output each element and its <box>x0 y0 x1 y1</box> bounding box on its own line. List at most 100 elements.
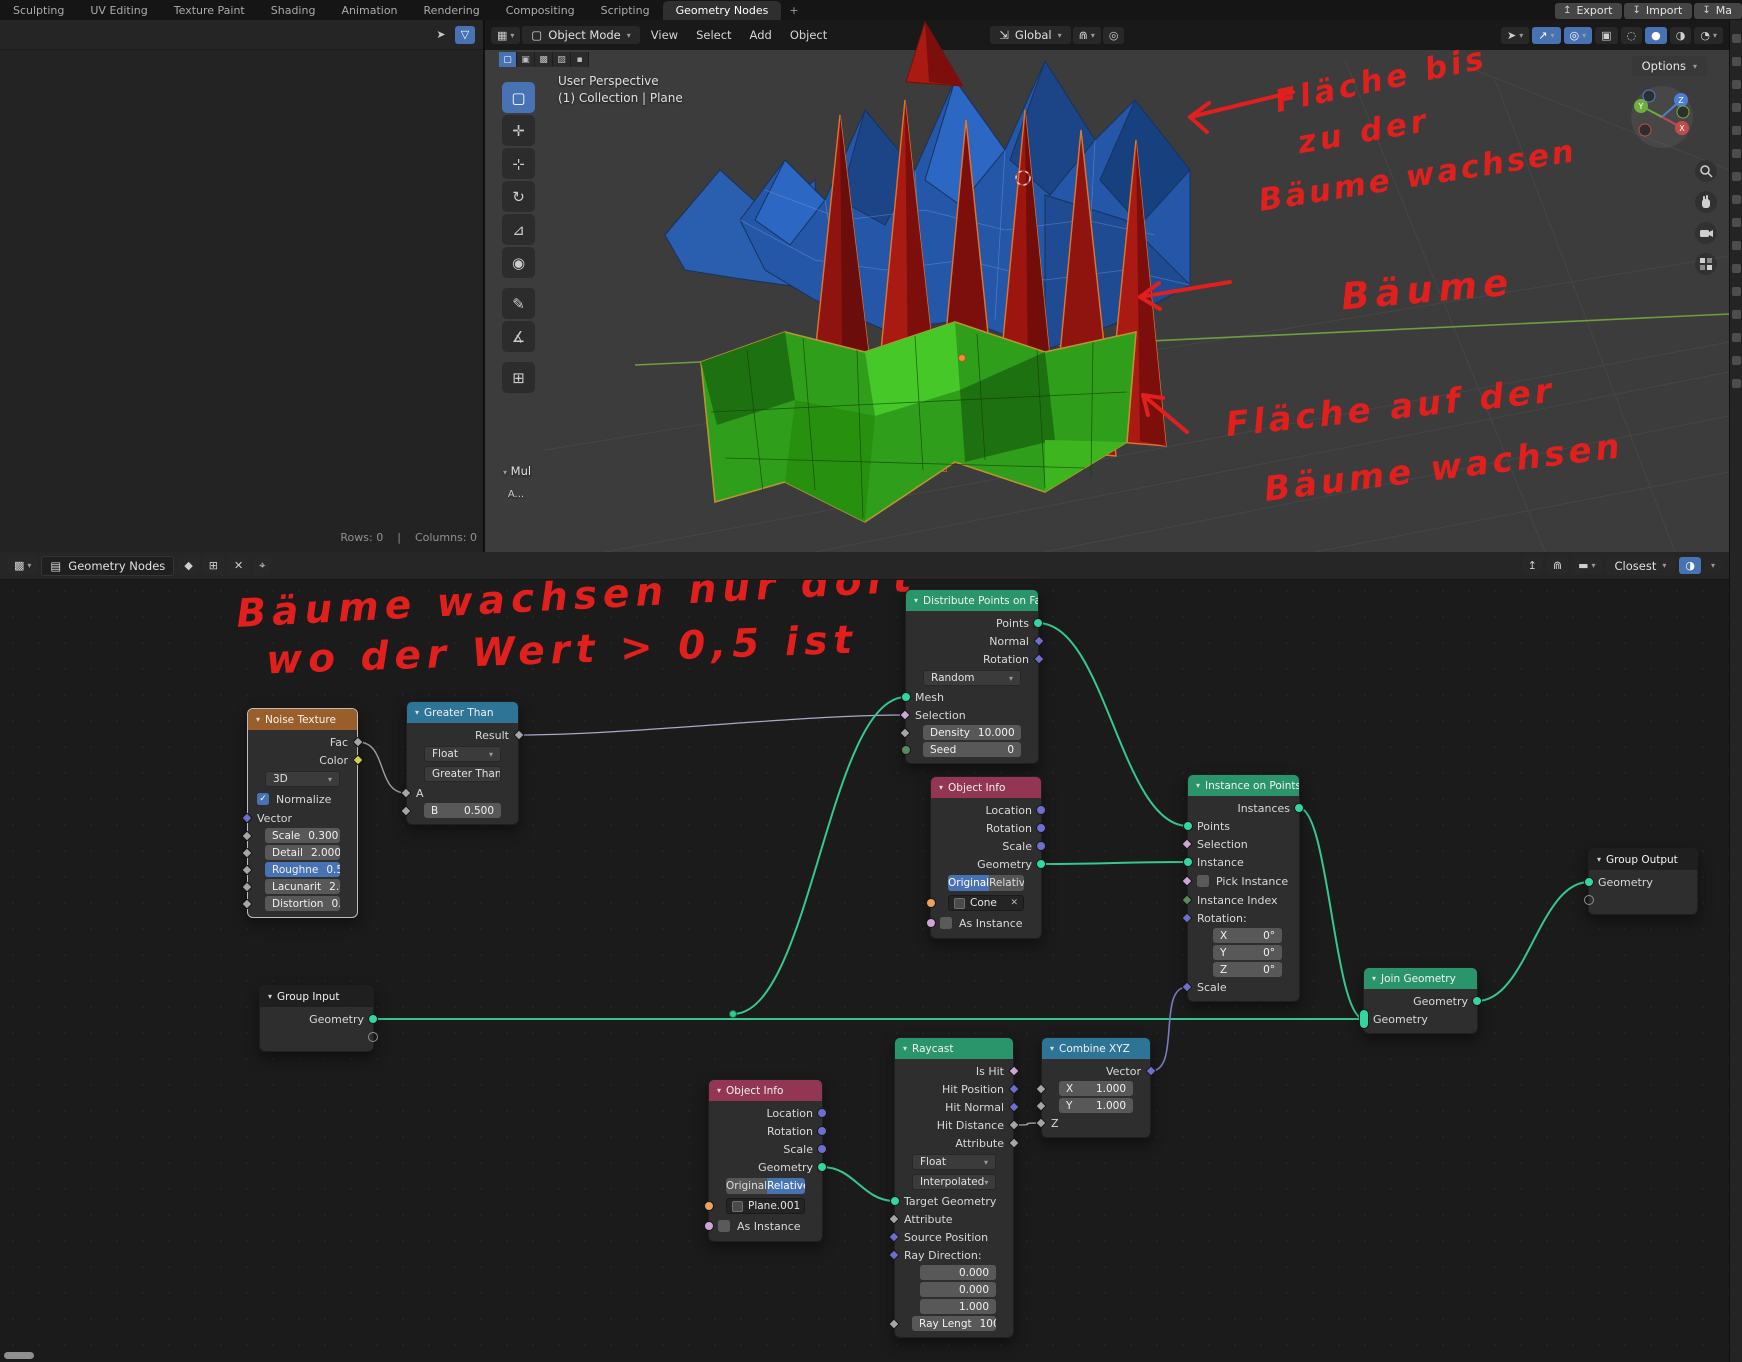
dropdown-type[interactable]: Float▾ <box>424 746 501 762</box>
dropdown-op[interactable]: Greater Than▾ <box>424 766 501 782</box>
add-cube-tool[interactable]: ⊞ <box>502 362 535 393</box>
collapse-chevron-icon[interactable]: ▾ <box>903 1044 907 1053</box>
properties-tab-icon[interactable] <box>1732 149 1741 158</box>
node-join[interactable]: ▾Join GeometryGeometryGeometry <box>1363 967 1478 1034</box>
operator-panel-button[interactable]: A... <box>503 486 529 503</box>
socket-instance-in[interactable] <box>1183 857 1193 867</box>
workspace-tab-animation[interactable]: Animation <box>328 1 410 20</box>
cursor-icon[interactable]: ➤ <box>431 26 451 44</box>
properties-tab-icon[interactable] <box>1732 310 1741 319</box>
menu-view[interactable]: View <box>642 26 687 44</box>
socket-scale-out[interactable] <box>817 1144 827 1154</box>
select-intersect-mode-icon[interactable]: ▪ <box>571 52 589 67</box>
properties-tab-icon[interactable] <box>1732 241 1741 250</box>
collapse-chevron-icon[interactable]: ▾ <box>717 1086 721 1095</box>
node-header[interactable]: ▾Instance on Points <box>1188 775 1299 796</box>
dropdown-method[interactable]: Random▾ <box>923 670 1021 686</box>
select-box-mode-icon[interactable]: ▣ <box>517 52 535 67</box>
socket-points-in[interactable] <box>1183 821 1193 831</box>
cursor-tool[interactable]: ✛ <box>502 115 535 146</box>
gizmo-neg-y-axis[interactable] <box>1677 106 1689 118</box>
properties-tab-icon[interactable] <box>1732 126 1741 135</box>
collapse-chevron-icon[interactable]: ▾ <box>268 992 272 1001</box>
value-slider-rz[interactable]: Z0° <box>1213 962 1282 977</box>
node-header[interactable]: ▾Group Output <box>1589 849 1697 870</box>
transform-tool[interactable]: ◉ <box>502 247 535 278</box>
pin-icon[interactable]: ⌖ <box>253 557 271 575</box>
socket-asinstance-in[interactable] <box>704 1221 714 1231</box>
ortho-toggle-icon[interactable] <box>1695 253 1717 275</box>
socket-geometry-out[interactable] <box>817 1162 827 1172</box>
snap-magnet-icon[interactable]: ⋒ <box>1547 557 1568 574</box>
filter-funnel-icon[interactable]: ▽ <box>455 26 475 44</box>
socket-geo-out-out[interactable] <box>1472 996 1482 1006</box>
scale-tool[interactable]: ⊿ <box>502 214 535 245</box>
new-copy-icon[interactable]: ⊞ <box>203 557 224 574</box>
workspace-tab-texture-paint[interactable]: Texture Paint <box>161 1 258 20</box>
3d-viewport[interactable]: ▦▾ ▢ Object Mode ▾ ViewSelectAddObject ⇲… <box>485 20 1729 552</box>
node-editor-type-button[interactable]: ▩▾ <box>8 557 37 574</box>
socket-object-in[interactable] <box>704 1201 714 1211</box>
socket-geo-in-in[interactable] <box>1359 1009 1369 1029</box>
editor-type-button[interactable]: ▦▾ <box>491 27 520 44</box>
socket-asinstance-in[interactable] <box>926 918 936 928</box>
workspace-tab-sculpting[interactable]: Sculpting <box>0 1 77 20</box>
rotate-tool[interactable]: ↻ <box>502 181 535 212</box>
socket-points-out[interactable] <box>1033 618 1043 628</box>
socket-instances-out[interactable] <box>1294 803 1304 813</box>
orientation-dropdown[interactable]: ⇲ Global ▾ <box>990 26 1070 44</box>
properties-tab-icon[interactable] <box>1732 218 1741 227</box>
select-extend-mode-icon[interactable]: ▩ <box>535 52 553 67</box>
node-header[interactable]: ▾Join Geometry <box>1364 968 1477 989</box>
gizmos-toggle[interactable]: ↗▾ <box>1532 27 1560 44</box>
properties-tab-icon[interactable] <box>1732 172 1741 181</box>
properties-tab-icon[interactable] <box>1732 379 1741 388</box>
properties-tab-icon[interactable] <box>1732 80 1741 89</box>
properties-tab-icon[interactable] <box>1732 195 1741 204</box>
show-gizmo-dropdown[interactable]: ➤▾ <box>1501 27 1529 44</box>
collapse-chevron-icon[interactable]: ▾ <box>415 708 419 717</box>
reroute-dot[interactable] <box>729 1010 737 1018</box>
dropdown-dim[interactable]: 3D▾ <box>265 771 340 787</box>
gizmo-neg-x-axis[interactable] <box>1639 124 1651 136</box>
checkbox-pick[interactable] <box>1197 875 1209 887</box>
socket-rotation-out[interactable] <box>817 1126 827 1136</box>
camera-view-icon[interactable] <box>1695 222 1717 244</box>
socket-geometry-out[interactable] <box>1036 859 1046 869</box>
node-distribute[interactable]: ▾Distribute Points on FacesPointsNormalR… <box>905 589 1039 764</box>
clear-object-icon[interactable]: ✕ <box>1010 898 1018 908</box>
value-slider-detail[interactable]: Detail2.000 <box>265 845 340 860</box>
socket-rotation-out[interactable] <box>1036 823 1046 833</box>
node-groupin[interactable]: ▾Group InputGeometry <box>259 985 374 1052</box>
socket-virtual-out[interactable] <box>368 1032 378 1042</box>
node-header[interactable]: ▾Raycast <box>895 1038 1013 1059</box>
socket-virtual-in[interactable] <box>1584 895 1594 905</box>
workspace-tab-rendering[interactable]: Rendering <box>411 1 493 20</box>
properties-tab-icon[interactable] <box>1732 264 1741 273</box>
shading-wireframe-button[interactable]: ◌ <box>1621 27 1643 44</box>
overlays-toggle[interactable]: ◎▾ <box>1564 27 1593 44</box>
value-slider-ry[interactable]: Y0° <box>1213 945 1282 960</box>
properties-tab-icon[interactable] <box>1732 103 1741 112</box>
socket-geometry-out[interactable] <box>368 1014 378 1024</box>
value-slider-y[interactable]: Y1.000 <box>1059 1098 1133 1113</box>
toggle-option-original[interactable]: Original <box>948 875 989 891</box>
value-slider-dy[interactable]: 0.000 <box>920 1282 996 1297</box>
socket-object-in[interactable] <box>926 898 936 908</box>
properties-tab-icon[interactable] <box>1732 34 1741 43</box>
value-slider-density[interactable]: Density10.000 <box>923 725 1021 740</box>
parent-tree-icon[interactable]: ↥ <box>1522 557 1543 574</box>
overlay-toggle-icon[interactable]: ◑ <box>1679 557 1701 574</box>
ma-button[interactable]: ↧Ma <box>1694 3 1742 19</box>
dropdown-mapping[interactable]: Interpolated▾ <box>912 1174 996 1190</box>
green-plane-object[interactable] <box>701 322 1136 522</box>
collapse-chevron-icon[interactable]: ▾ <box>256 715 260 724</box>
collapse-chevron-icon[interactable]: ▾ <box>1050 1044 1054 1053</box>
value-slider-scale[interactable]: Scale0.300 <box>265 828 340 843</box>
value-slider-roughness[interactable]: Roughne0.500 <box>265 862 340 877</box>
measure-tool[interactable]: ∡ <box>502 321 535 352</box>
node-objinfo2[interactable]: ▾Object InfoLocationRotationScaleGeometr… <box>708 1079 823 1242</box>
zoom-icon[interactable] <box>1695 160 1717 182</box>
geometry-node-editor[interactable]: ▩▾ ▤ Geometry Nodes ◆ ⊞ ✕ ⌖ ↥ ⋒ ▬▾ Close… <box>0 552 1729 1362</box>
node-tree-selector[interactable]: ▤ Geometry Nodes <box>41 556 174 576</box>
